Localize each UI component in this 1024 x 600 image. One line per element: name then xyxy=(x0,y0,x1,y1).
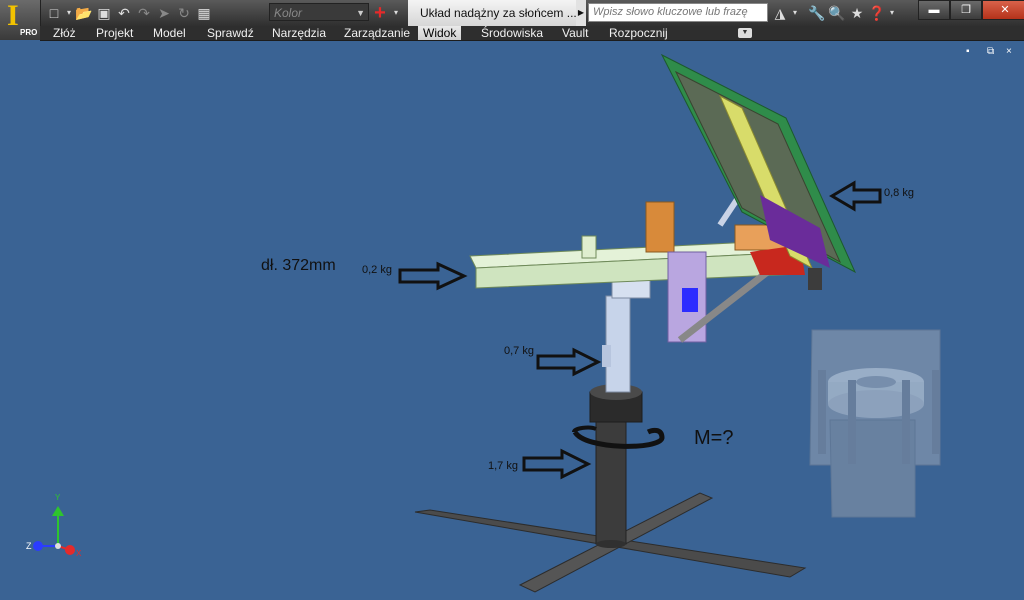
undo-icon[interactable]: ↶ xyxy=(115,4,133,22)
length-annotation: dł. 372mm xyxy=(261,257,336,274)
ribbon-minimize-icon[interactable]: ▼ xyxy=(738,28,752,38)
beam-mass-label: 0,2 kg xyxy=(362,264,392,276)
moment-label: M=? xyxy=(694,427,734,449)
tab-model[interactable]: Model xyxy=(148,26,191,40)
customize-dropdown-icon[interactable]: ▾ xyxy=(391,4,401,22)
tab-projekt[interactable]: Projekt xyxy=(91,26,138,40)
close-icon[interactable]: ✕ xyxy=(982,0,1024,20)
quick-access-toolbar-right: + ▾ xyxy=(370,3,402,23)
open-icon[interactable]: 📂 xyxy=(75,4,93,22)
tab-narzedzia[interactable]: Narzędzia xyxy=(267,26,331,40)
update-icon[interactable]: ↻ xyxy=(175,4,193,22)
tab-zarzadzanie[interactable]: Zarządzanie xyxy=(339,26,415,40)
minimize-icon[interactable]: ▬ xyxy=(918,0,950,20)
tab-widok[interactable]: Widok xyxy=(418,26,462,40)
color-override-value: Kolor xyxy=(274,6,303,20)
axis-x-label: X xyxy=(76,549,82,558)
quick-access-toolbar: □ ▾ 📂 ▣ ↶ ↷ ➤ ↻ ▦ xyxy=(44,3,214,23)
restore-icon[interactable]: ❐ xyxy=(950,0,982,20)
save-icon[interactable]: ▣ xyxy=(95,4,113,22)
model-view xyxy=(33,53,941,593)
new-dropdown-icon[interactable]: ▾ xyxy=(65,4,73,22)
axis-y-label: Y xyxy=(55,493,61,502)
edition-badge: PRO xyxy=(20,28,38,37)
color-override-select[interactable]: Kolor ▼ xyxy=(269,3,369,21)
search-input[interactable]: Wpisz słowo kluczowe lub frazę xyxy=(588,3,768,22)
subscription-icon[interactable]: 🔧 xyxy=(808,4,826,22)
axis-z-label: Z xyxy=(26,541,32,551)
application-menu-button[interactable]: I PRO xyxy=(0,0,41,40)
binoculars-icon[interactable]: ◮ xyxy=(771,4,789,22)
column-mass-label: 0,7 kg xyxy=(504,345,534,357)
material-icon[interactable]: ▦ xyxy=(195,4,213,22)
panel-mass-arrow xyxy=(829,180,882,212)
chevron-down-icon: ▼ xyxy=(356,8,365,18)
document-switch-arrow-icon[interactable]: ▶ xyxy=(576,0,586,26)
panel-mass-label: 0,8 kg xyxy=(884,187,914,199)
help-icon[interactable]: ❓ xyxy=(868,4,886,22)
ribbon-tabs: Złóż Projekt Model Sprawdź Narzędzia Zar… xyxy=(40,26,1024,41)
graphics-window[interactable]: ▪ ⧉ × dł. 372mm 0,2 kg 0,8 kg 0,7 kg 1,7… xyxy=(0,41,1024,600)
tab-rozpocznij[interactable]: Rozpocznij xyxy=(604,26,673,40)
document-title: Układ nadążny za słońcem ... xyxy=(408,0,576,26)
upper-column xyxy=(602,277,651,393)
axis-triad xyxy=(33,506,75,555)
tab-srodowiska[interactable]: Środowiska xyxy=(476,26,548,40)
base-mass-label: 1,7 kg xyxy=(488,460,518,472)
binoculars-dropdown-icon[interactable]: ▾ xyxy=(791,4,799,22)
beam-mass-arrow xyxy=(398,261,468,291)
tab-sprawdz[interactable]: Sprawdź xyxy=(202,26,259,40)
redo-icon[interactable]: ↷ xyxy=(135,4,153,22)
favorites-star-icon[interactable]: ★ xyxy=(848,4,866,22)
communication-center-icon[interactable]: 🔍 xyxy=(828,4,846,22)
tab-zloz[interactable]: Złóż xyxy=(48,26,81,40)
select-icon[interactable]: ➤ xyxy=(155,4,173,22)
new-icon[interactable]: □ xyxy=(45,4,63,22)
window-controls: ▬ ❐ ✕ xyxy=(918,0,1024,20)
measure-add-icon[interactable]: + xyxy=(371,3,389,23)
column-mass-arrow xyxy=(536,347,602,377)
inventor-logo-icon: I xyxy=(7,0,19,32)
base-mass-arrow xyxy=(522,448,592,480)
base-detail-ghost xyxy=(809,329,941,518)
help-toolbar: ◮ ▾ 🔧 🔍 ★ ❓ ▾ xyxy=(770,3,897,23)
help-dropdown-icon[interactable]: ▾ xyxy=(888,4,896,22)
tab-vault[interactable]: Vault xyxy=(557,26,593,40)
